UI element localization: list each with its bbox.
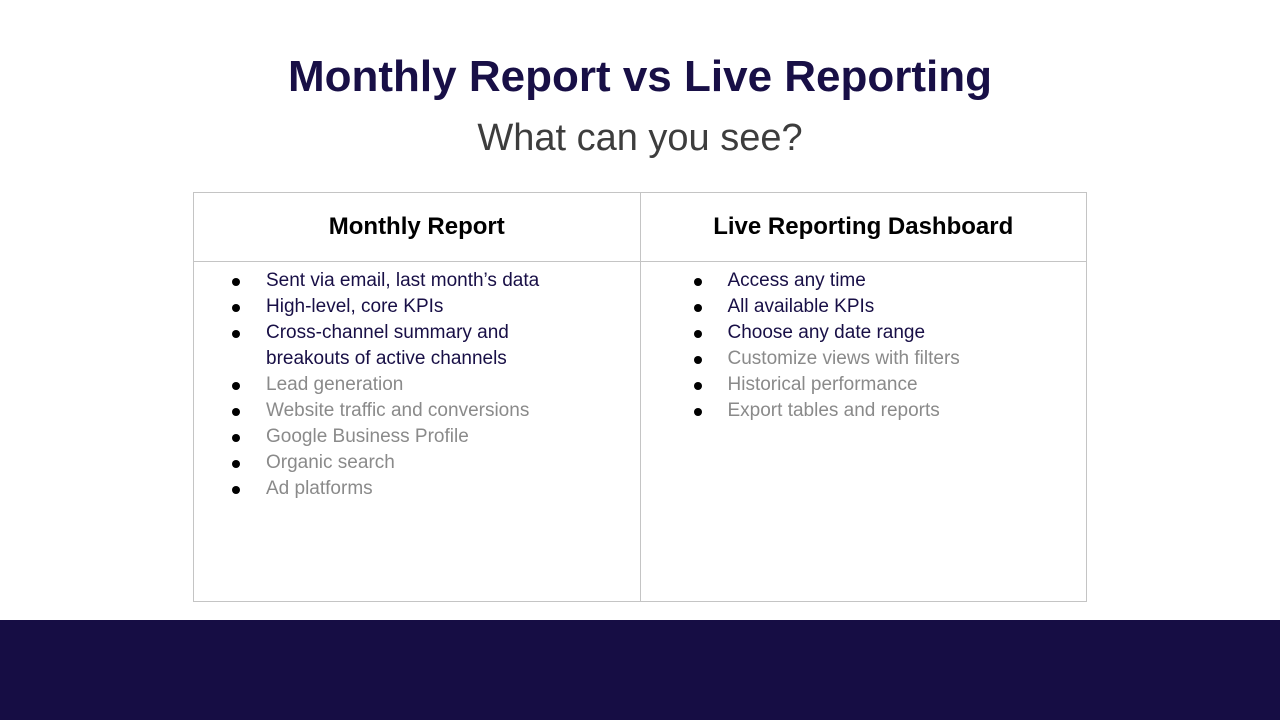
list-item: Website traffic and conversions: [194, 398, 586, 424]
list-item-text: Export tables and reports: [727, 400, 940, 421]
list-item: Organic search: [194, 450, 586, 476]
list-item: Access any time: [641, 268, 1087, 294]
column-body: Sent via email, last month’s data High-l…: [194, 262, 640, 502]
page-title: Monthly Report vs Live Reporting: [287, 52, 993, 101]
list-item: Choose any date range: [641, 320, 1087, 346]
list-item: Google Business Profile: [194, 424, 586, 450]
bullet-icon: [693, 330, 702, 338]
column-heading: Live Reporting Dashboard: [640, 193, 1086, 262]
bullet-icon: [693, 278, 702, 286]
list-item: Cross-channel summary and breakouts of a…: [194, 320, 586, 372]
list-item-text: Customize views with filters: [727, 348, 960, 369]
bullet-icon: [232, 330, 240, 338]
list-item: All available KPIs: [641, 294, 1087, 320]
list-item-text: Choose any date range: [727, 322, 926, 343]
list-item-text: Website traffic and conversions: [266, 400, 530, 421]
list-item-text: All available KPIs: [727, 296, 875, 317]
list-item: Export tables and reports: [641, 398, 1087, 424]
column-monthly-report: Monthly Report Sent via email, last mont…: [194, 193, 640, 601]
list-item-text: Organic search: [266, 452, 395, 473]
column-body: Access any time All available KPIs Choos…: [641, 262, 1087, 424]
feature-list: Access any time All available KPIs Choos…: [641, 268, 1087, 424]
list-item-text: Historical performance: [727, 374, 918, 395]
page-subtitle: What can you see?: [477, 117, 803, 159]
bullet-icon: [232, 382, 240, 390]
bullet-icon: [232, 278, 240, 286]
list-item: High-level, core KPIs: [194, 294, 586, 320]
bullet-icon: [232, 460, 240, 468]
feature-list: Sent via email, last month’s data High-l…: [194, 268, 640, 502]
list-item-text: Sent via email, last month’s data: [266, 270, 540, 291]
bullet-icon: [232, 434, 240, 442]
list-item: Sent via email, last month’s data: [194, 268, 586, 294]
bullet-icon: [232, 486, 240, 494]
list-item-text: Access any time: [727, 270, 866, 291]
list-item: Customize views with filters: [641, 346, 1087, 372]
list-item-text: Cross-channel summary and breakouts of a…: [266, 322, 509, 369]
list-item: Historical performance: [641, 372, 1087, 398]
bullet-icon: [693, 408, 702, 416]
column-heading: Monthly Report: [194, 193, 640, 262]
list-item-text: Ad platforms: [266, 478, 373, 499]
footer-band: [0, 620, 1280, 720]
column-live-reporting-dashboard: Live Reporting Dashboard Access any time…: [639, 193, 1087, 601]
bullet-icon: [693, 382, 702, 390]
bullet-icon: [693, 304, 702, 312]
list-item: Lead generation: [194, 372, 586, 398]
bullet-icon: [232, 408, 240, 416]
list-item: Ad platforms: [194, 476, 586, 502]
list-item-text: High-level, core KPIs: [266, 296, 444, 317]
list-item-text: Lead generation: [266, 374, 404, 395]
comparison-table: Monthly Report Sent via email, last mont…: [193, 192, 1087, 602]
bullet-icon: [693, 356, 702, 364]
list-item-text: Google Business Profile: [266, 426, 469, 447]
bullet-icon: [232, 304, 240, 312]
